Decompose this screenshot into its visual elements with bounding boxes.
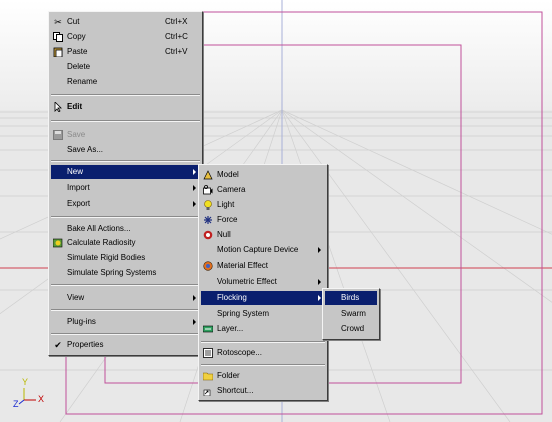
menu-separator [201, 341, 325, 343]
menu-item-swarm[interactable]: Swarm [325, 307, 377, 321]
menu-item-bake-all-actions[interactable]: Bake All Actions... [51, 222, 200, 236]
menu-item-rename[interactable]: Rename [51, 75, 200, 89]
flocking-submenu: Birds Swarm Crowd [322, 288, 380, 340]
new-submenu: Model Camera Light Force Null Motion Cap… [198, 164, 328, 401]
menu-item-delete[interactable]: Delete [51, 60, 200, 74]
menu-separator [51, 309, 200, 311]
submenu-arrow-icon [193, 201, 196, 207]
menu-item-simulate-rigid-bodies[interactable]: Simulate Rigid Bodies [51, 251, 200, 265]
menu-item-birds[interactable]: Birds [325, 291, 377, 305]
menu-item-export[interactable]: Export [51, 197, 200, 211]
menu-separator [51, 120, 200, 122]
checkmark-icon: ✔ [54, 340, 62, 350]
menu-item-copy[interactable]: Copy Ctrl+C [51, 30, 200, 44]
menu-item-edit[interactable]: Edit [51, 100, 200, 114]
layer-icon [202, 324, 214, 334]
force-icon [203, 215, 213, 225]
x-axis-label: X [38, 394, 45, 404]
menu-item-rotoscope[interactable]: Rotoscope... [201, 346, 325, 360]
menu-separator [51, 333, 200, 335]
menu-item-paste[interactable]: Paste Ctrl+V [51, 45, 200, 59]
submenu-arrow-icon [318, 279, 321, 285]
menu-item-material-effect[interactable]: Material Effect [201, 259, 325, 273]
model-icon [203, 170, 213, 180]
menu-item-view[interactable]: View [51, 291, 200, 305]
disk-icon [53, 130, 63, 140]
menu-item-save-as[interactable]: Save As... [51, 143, 200, 157]
menu-item-model[interactable]: Model [201, 168, 325, 182]
menu-item-import[interactable]: Import [51, 181, 200, 195]
menu-item-crowd[interactable]: Crowd [325, 322, 377, 336]
menu-separator [51, 160, 200, 162]
z-axis-label: Z [13, 399, 19, 409]
light-icon [203, 200, 213, 210]
context-menu: ✂ Cut Ctrl+X Copy Ctrl+C Paste Ctrl+V De… [48, 11, 203, 356]
menu-separator [201, 364, 325, 366]
menu-item-shortcut[interactable]: Shortcut... [201, 384, 325, 398]
submenu-arrow-icon [318, 295, 321, 301]
menu-item-layer[interactable]: Layer... [201, 322, 325, 336]
null-icon [203, 230, 213, 240]
menu-item-spring-system[interactable]: Spring System [201, 307, 325, 321]
menu-item-new[interactable]: New [51, 165, 200, 179]
menu-item-save[interactable]: Save [51, 128, 200, 142]
menu-item-null[interactable]: Null [201, 228, 325, 242]
camera-icon [203, 184, 213, 195]
menu-item-flocking[interactable]: Flocking [201, 291, 325, 305]
menu-item-camera[interactable]: Camera [201, 183, 325, 197]
scissors-icon: ✂ [54, 17, 62, 27]
menu-item-plug-ins[interactable]: Plug-ins [51, 315, 200, 329]
menu-item-properties[interactable]: ✔ Properties [51, 338, 200, 352]
menu-item-force[interactable]: Force [201, 213, 325, 227]
menu-item-light[interactable]: Light [201, 198, 325, 212]
submenu-arrow-icon [193, 319, 196, 325]
menu-item-volumetric-effect[interactable]: Volumetric Effect [201, 275, 325, 289]
menu-item-cut[interactable]: ✂ Cut Ctrl+X [51, 15, 200, 29]
clipboard-icon [53, 47, 63, 58]
submenu-arrow-icon [318, 247, 321, 253]
submenu-arrow-icon [193, 295, 196, 301]
menu-separator [51, 216, 200, 218]
pointer-icon [53, 101, 63, 113]
menu-separator [51, 94, 200, 96]
menu-separator [51, 284, 200, 286]
menu-item-calculate-radiosity[interactable]: Calculate Radiosity [51, 236, 200, 250]
menu-item-simulate-spring-systems[interactable]: Simulate Spring Systems [51, 266, 200, 280]
material-icon [203, 261, 213, 271]
rotoscope-icon [203, 348, 213, 358]
y-axis-label: Y [22, 377, 29, 387]
shortcut-icon [203, 386, 213, 397]
folder-icon [202, 371, 214, 381]
radiosity-icon [52, 238, 63, 248]
copy-icon [53, 32, 63, 42]
menu-item-folder[interactable]: Folder [201, 369, 325, 383]
submenu-arrow-icon [193, 169, 196, 175]
menu-item-motion-capture-device[interactable]: Motion Capture Device [201, 243, 325, 257]
submenu-arrow-icon [193, 185, 196, 191]
